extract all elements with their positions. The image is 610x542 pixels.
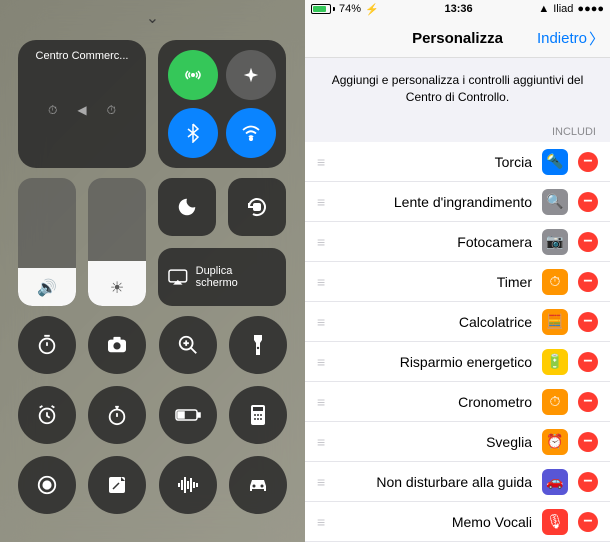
settings-panel: 74% ⚡ 13:36 ▲ Iliad ●●●● Personalizza In… (305, 0, 610, 542)
airplane-icon[interactable] (226, 50, 276, 100)
item-label: Calcolatrice (335, 314, 532, 330)
volume-slider[interactable]: 🔊 (18, 178, 76, 306)
connectivity-tile[interactable] (158, 40, 286, 168)
drag-handle-icon[interactable]: ≡ (317, 274, 325, 290)
page-title: Personalizza (412, 30, 503, 47)
wifi-icon[interactable] (226, 108, 276, 158)
drag-handle-icon[interactable]: ≡ (317, 194, 325, 210)
drag-handle-icon[interactable]: ≡ (317, 154, 325, 170)
remove-button[interactable]: − (578, 512, 598, 532)
remove-button[interactable]: − (578, 472, 598, 492)
volume-icon: 🔊 (37, 278, 57, 298)
music-title: Centro Commerc... (28, 50, 136, 62)
remove-button[interactable]: − (578, 352, 598, 372)
item-label: Lente d'ingrandimento (335, 194, 532, 210)
low-power-icon[interactable] (159, 386, 217, 444)
list-item[interactable]: − 🧮 Calcolatrice ≡ (305, 302, 610, 342)
list-item[interactable]: − ⏱ Timer ≡ (305, 262, 610, 302)
remove-button[interactable]: − (578, 432, 598, 452)
remove-button[interactable]: − (578, 312, 598, 332)
wifi-status-icon: ▲ (538, 3, 549, 15)
list-item[interactable]: − 🔋 Risparmio energetico ≡ (305, 342, 610, 382)
driving-dnd-icon[interactable] (229, 456, 287, 514)
nav-bar: Personalizza Indietro 〉 (305, 19, 610, 59)
list-item[interactable]: − ⏰ Sveglia ≡ (305, 422, 610, 462)
item-label: Non disturbare alla guida (335, 474, 532, 490)
play-icon[interactable]: ◀ (77, 103, 86, 117)
item-label: Memo Vocali (335, 514, 532, 530)
carrier-label: Iliad (553, 3, 573, 15)
drag-handle-icon[interactable]: ≡ (317, 514, 325, 530)
app-icon: ⏱ (542, 389, 568, 415)
item-label: Torcia (335, 154, 532, 170)
battery-percent: 74% (339, 3, 361, 15)
list-item[interactable]: − 🚗 Non disturbare alla guida ≡ (305, 462, 610, 502)
voice-memo-icon[interactable] (159, 456, 217, 514)
charging-icon: ⚡ (365, 3, 379, 16)
drag-handle-icon[interactable]: ≡ (317, 474, 325, 490)
camera-icon[interactable] (88, 316, 146, 374)
flashlight-icon[interactable] (229, 316, 287, 374)
app-icon: 🔦 (542, 149, 568, 175)
section-header: INCLUDI (305, 120, 610, 142)
drag-handle-icon[interactable]: ≡ (317, 314, 325, 330)
list-item[interactable]: − 🔦 Torcia ≡ (305, 142, 610, 182)
bluetooth-icon[interactable] (168, 108, 218, 158)
dnd-tile[interactable] (158, 178, 216, 236)
item-label: Sveglia (335, 434, 532, 450)
drag-handle-icon[interactable]: ≡ (317, 234, 325, 250)
app-icon: ⏱ (542, 269, 568, 295)
app-icon: 🧮 (542, 309, 568, 335)
now-playing-tile[interactable]: Centro Commerc... ⏱ ◀ ⏱ (18, 40, 146, 168)
cellular-icon[interactable] (168, 50, 218, 100)
item-label: Risparmio energetico (335, 354, 532, 370)
app-icon: ⏰ (542, 429, 568, 455)
magnifier-icon[interactable] (159, 316, 217, 374)
chevron-right-icon: 〉 (589, 28, 604, 49)
list-item[interactable]: − 🔍 Lente d'ingrandimento ≡ (305, 182, 610, 222)
status-bar: 74% ⚡ 13:36 ▲ Iliad ●●●● (305, 0, 610, 19)
item-label: Cronometro (335, 394, 532, 410)
app-icon: 🎙 (542, 509, 568, 535)
stopwatch-icon[interactable] (88, 386, 146, 444)
app-icon: 🔋 (542, 349, 568, 375)
signal-icon: ●●●● (577, 3, 604, 15)
remove-button[interactable]: − (578, 152, 598, 172)
drag-handle-icon[interactable]: ≡ (317, 434, 325, 450)
include-list: − 🔦 Torcia ≡ − 🔍 Lente d'ingrandimento ≡… (305, 142, 610, 542)
item-label: Fotocamera (335, 234, 532, 250)
list-item[interactable]: − 📷 Fotocamera ≡ (305, 222, 610, 262)
list-item[interactable]: − 🎙 Memo Vocali ≡ (305, 502, 610, 542)
screen-record-icon[interactable] (18, 456, 76, 514)
calculator-icon[interactable] (229, 386, 287, 444)
description-text: Aggiungi e personalizza i controlli aggi… (305, 58, 610, 120)
alarm-icon[interactable] (18, 386, 76, 444)
app-icon: 🚗 (542, 469, 568, 495)
rotation-lock-tile[interactable] (228, 178, 286, 236)
status-time: 13:36 (444, 3, 472, 15)
back-button[interactable]: Indietro 〉 (537, 28, 604, 49)
drag-handle-icon[interactable]: ≡ (317, 394, 325, 410)
control-center-panel: ⌄ Centro Commerc... ⏱ ◀ ⏱ (0, 0, 305, 542)
timer-icon[interactable] (18, 316, 76, 374)
brightness-slider[interactable]: ☀ (88, 178, 146, 306)
remove-button[interactable]: − (578, 272, 598, 292)
item-label: Timer (335, 274, 532, 290)
brightness-icon: ☀ (110, 278, 124, 298)
screen-mirroring-tile[interactable]: Duplica schermo (158, 248, 286, 306)
drag-handle-icon[interactable]: ≡ (317, 354, 325, 370)
mirroring-label: Duplica schermo (196, 265, 276, 289)
app-icon: 📷 (542, 229, 568, 255)
battery-icon (311, 4, 335, 14)
app-icon: 🔍 (542, 189, 568, 215)
remove-button[interactable]: − (578, 192, 598, 212)
list-item[interactable]: − ⏱ Cronometro ≡ (305, 382, 610, 422)
remove-button[interactable]: − (578, 392, 598, 412)
notes-icon[interactable] (88, 456, 146, 514)
skip-forward-icon[interactable]: ⏱ (107, 103, 116, 118)
skip-back-icon[interactable]: ⏱ (48, 103, 57, 118)
remove-button[interactable]: − (578, 232, 598, 252)
chevron-down-icon[interactable]: ⌄ (18, 8, 287, 28)
